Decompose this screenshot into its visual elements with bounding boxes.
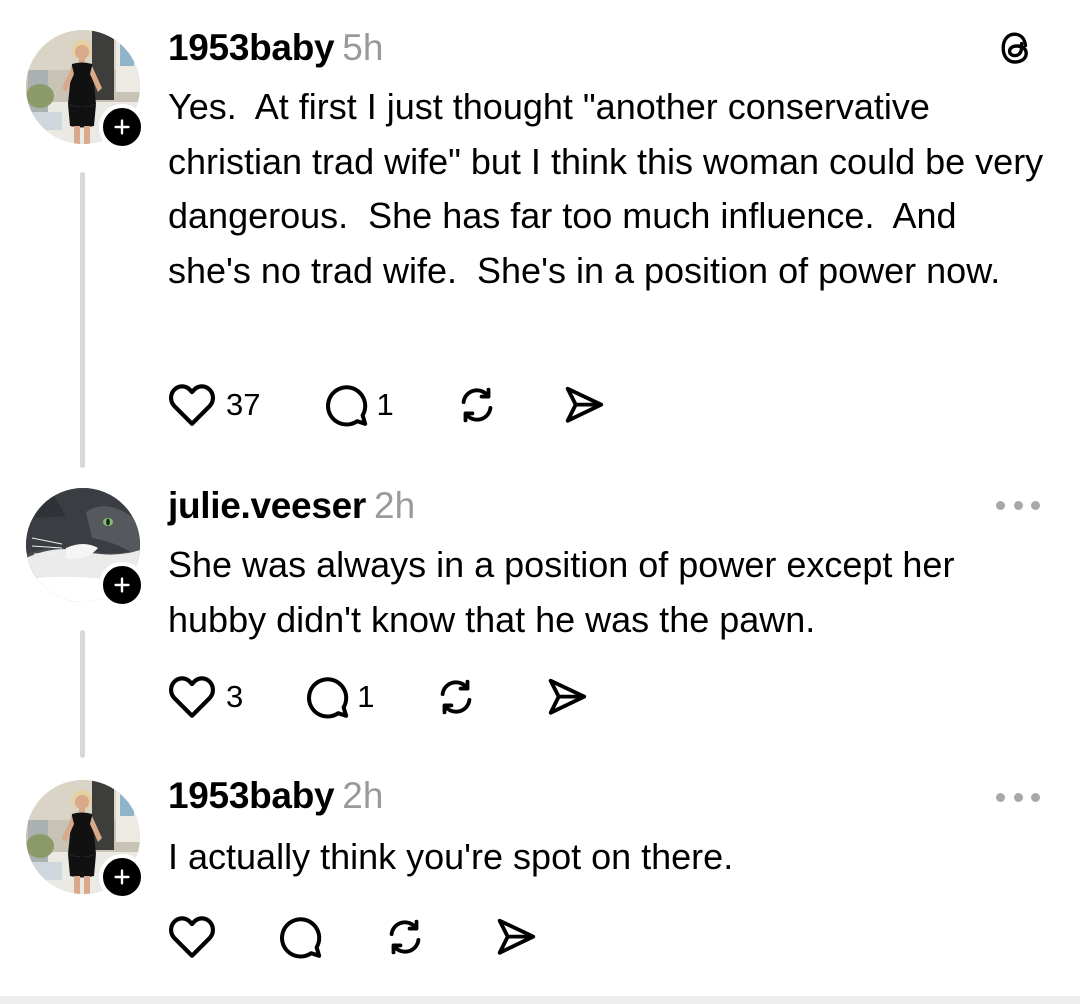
- speech-bubble-icon: [276, 913, 324, 961]
- timestamp: 5h: [342, 27, 384, 68]
- repost-arrows-icon: [454, 382, 500, 428]
- reply-count: 1: [357, 679, 375, 714]
- timestamp: 2h: [342, 775, 384, 816]
- username[interactable]: julie.veeser: [168, 485, 366, 526]
- speech-bubble-icon: [303, 673, 351, 721]
- share-button[interactable]: [492, 914, 538, 960]
- plus-icon: [111, 574, 133, 596]
- reply-button[interactable]: 1: [303, 673, 375, 721]
- like-button[interactable]: 37: [166, 380, 260, 430]
- post-header: 1953baby 5h: [168, 26, 383, 70]
- post-actions: 3 1: [166, 672, 589, 722]
- thread-line: [80, 630, 85, 758]
- post-text: I actually think you're spot on there.: [168, 836, 734, 877]
- plus-icon: [111, 116, 133, 138]
- repost-arrows-icon: [433, 674, 479, 720]
- like-button[interactable]: [166, 912, 218, 962]
- timestamp: 2h: [374, 485, 416, 526]
- post-text: She was always in a position of power ex…: [168, 544, 955, 640]
- repost-button[interactable]: [382, 914, 428, 960]
- like-button[interactable]: 3: [166, 672, 243, 722]
- send-plane-icon: [543, 674, 589, 720]
- post-text: Yes. At first I just thought "another co…: [168, 86, 1054, 291]
- repost-button[interactable]: [454, 382, 500, 428]
- thread-line: [80, 172, 85, 468]
- repost-button[interactable]: [433, 674, 479, 720]
- reply-count: 1: [376, 387, 394, 422]
- follow-button[interactable]: [99, 854, 145, 900]
- share-button[interactable]: [560, 382, 606, 428]
- plus-icon: [111, 866, 133, 888]
- more-options-icon[interactable]: [996, 789, 1040, 805]
- heart-icon: [166, 672, 218, 722]
- reply-button[interactable]: [276, 913, 324, 961]
- post-actions: [166, 912, 538, 962]
- divider: [0, 996, 1080, 1004]
- post-header: 1953baby 2h: [168, 774, 383, 818]
- threads-logo-icon[interactable]: [996, 26, 1036, 70]
- username[interactable]: 1953baby: [168, 775, 335, 816]
- more-options-icon[interactable]: [996, 497, 1040, 513]
- post-actions: 37 1: [166, 380, 606, 430]
- username[interactable]: 1953baby: [168, 27, 335, 68]
- follow-button[interactable]: [99, 104, 145, 150]
- post-header: julie.veeser 2h: [168, 484, 415, 528]
- heart-icon: [166, 380, 218, 430]
- reply-button[interactable]: 1: [322, 381, 394, 429]
- send-plane-icon: [560, 382, 606, 428]
- send-plane-icon: [492, 914, 538, 960]
- follow-button[interactable]: [99, 562, 145, 608]
- repost-arrows-icon: [382, 914, 428, 960]
- speech-bubble-icon: [322, 381, 370, 429]
- heart-icon: [166, 912, 218, 962]
- like-count: 3: [226, 679, 244, 714]
- share-button[interactable]: [543, 674, 589, 720]
- like-count: 37: [226, 387, 261, 422]
